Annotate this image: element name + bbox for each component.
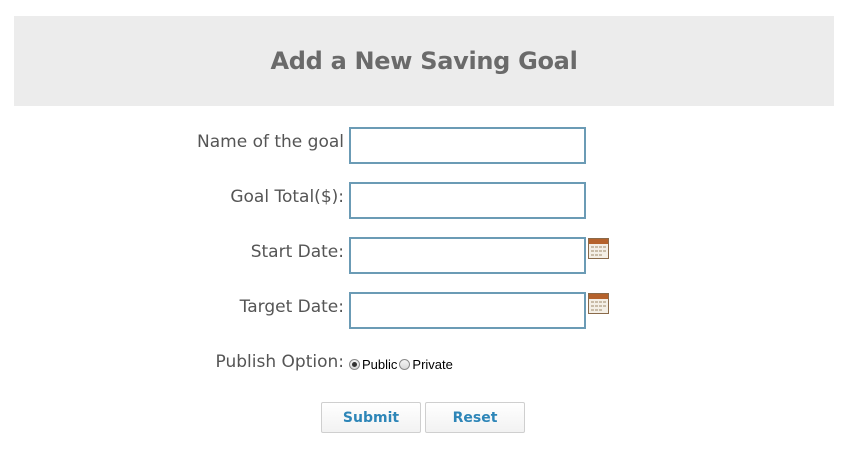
goal-total-label: Goal Total($): (230, 187, 344, 207)
calendar-icon[interactable] (588, 293, 609, 314)
goal-name-label: Name of the goal (197, 132, 344, 152)
page-title: Add a New Saving Goal (270, 47, 578, 75)
reset-button[interactable]: Reset (425, 402, 525, 433)
goal-name-input[interactable] (349, 127, 586, 164)
private-radio[interactable] (399, 358, 411, 370)
start-date-input[interactable] (349, 237, 586, 274)
public-radio-label[interactable]: Public (362, 357, 397, 372)
publish-option-group: Public Private (349, 355, 455, 373)
target-date-input[interactable] (349, 292, 586, 329)
start-date-label: Start Date: (250, 242, 344, 262)
goal-total-input[interactable] (349, 182, 586, 219)
public-radio[interactable] (349, 358, 360, 370)
radio-selected-dot (352, 361, 357, 367)
page-header: Add a New Saving Goal (14, 16, 834, 106)
calendar-icon[interactable] (588, 238, 609, 259)
submit-button[interactable]: Submit (321, 402, 421, 433)
publish-option-label: Publish Option: (215, 352, 344, 372)
target-date-label: Target Date: (239, 297, 344, 317)
private-radio-label[interactable]: Private (412, 357, 452, 372)
